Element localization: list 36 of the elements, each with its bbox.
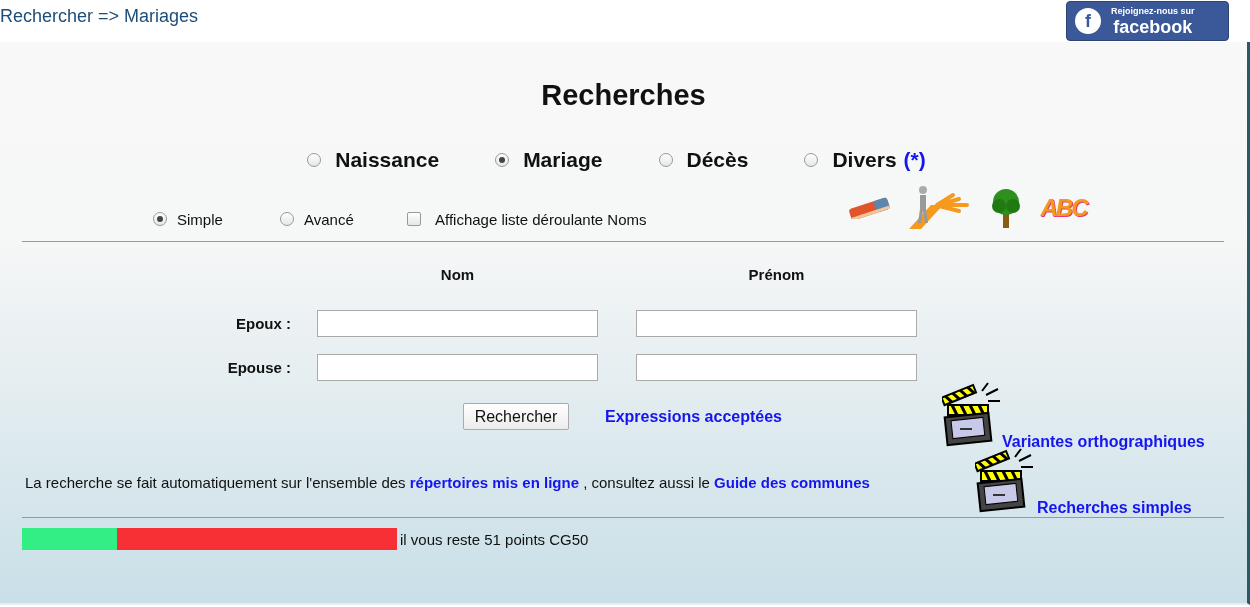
radio-button[interactable] <box>280 212 294 226</box>
facebook-icon: f <box>1075 8 1101 34</box>
radio-button[interactable] <box>804 153 819 167</box>
field-label: Epoux : <box>235 315 291 332</box>
name-field[interactable] <box>317 310 598 337</box>
radio-button[interactable] <box>495 153 510 167</box>
radio-label[interactable]: Divers <box>832 148 897 172</box>
checkbox-label[interactable]: Affichage liste déroulante Noms <box>435 210 647 228</box>
radio-button[interactable] <box>658 153 673 167</box>
facebook-button[interactable]: f Rejoignez-nous sur facebook <box>1066 1 1229 41</box>
repertoires-link[interactable]: répertoires mis en ligne <box>409 474 579 491</box>
radio-label[interactable]: Mariage <box>523 148 603 172</box>
variants-link[interactable]: Variantes orthographiques <box>1002 433 1205 451</box>
points-text: il vous reste 51 points CG50 <box>400 530 589 548</box>
expressions-link[interactable]: Expressions acceptées <box>605 408 782 426</box>
search-button[interactable]: Rechercher <box>463 403 569 430</box>
name-field[interactable] <box>317 354 598 381</box>
checkbox[interactable] <box>407 212 421 226</box>
field-label: Epouse : <box>226 359 291 376</box>
note-link[interactable]: (*) <box>903 148 926 172</box>
radio-label[interactable]: Avancé <box>304 210 354 228</box>
guide-link[interactable]: Guide des communes <box>714 474 870 491</box>
first-name-field[interactable] <box>636 354 917 381</box>
simple-search-link[interactable]: Recherches simples <box>1036 499 1192 517</box>
radio-label[interactable]: Naissance <box>335 148 440 172</box>
page-title: Recherches <box>540 78 707 112</box>
person-arrows-icon[interactable] <box>908 185 971 231</box>
column-header: Prénom <box>747 266 806 283</box>
radio-button[interactable] <box>307 153 322 167</box>
radio-label[interactable]: Simple <box>177 210 223 228</box>
breadcrumb: Rechercher => Mariages <box>0 5 199 27</box>
info-text: La recherche se fait automatiquement sur l'ensemble des répertoires mis en ligne , consultez aussi le Guide des communes <box>25 474 870 491</box>
first-name-field[interactable] <box>636 310 917 337</box>
radio-label[interactable]: Décès <box>686 148 749 172</box>
column-header: Nom <box>439 266 476 283</box>
radio-button[interactable] <box>153 212 167 226</box>
